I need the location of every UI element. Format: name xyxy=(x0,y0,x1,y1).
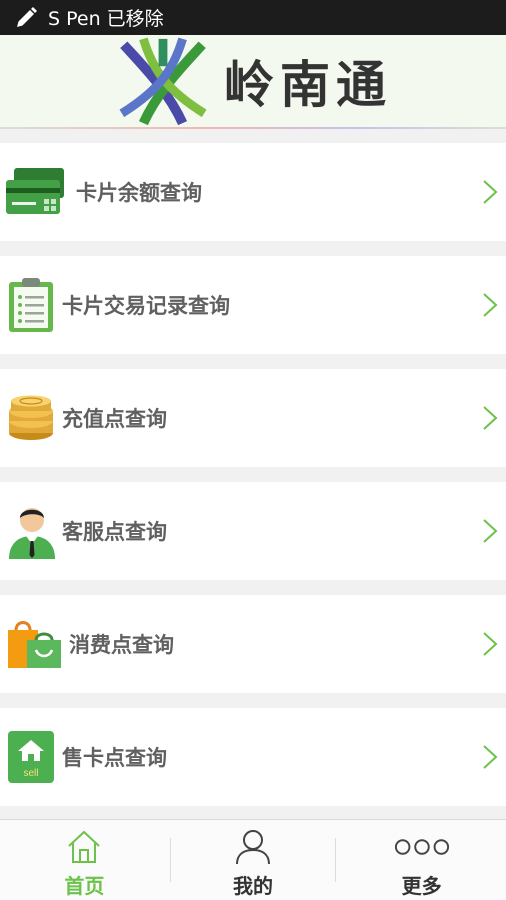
bank-card-icon xyxy=(6,168,64,214)
menu-item-label: 充值点查询 xyxy=(62,407,167,431)
status-notification: S Pen 已移除 xyxy=(48,8,164,30)
menu-item-balance-query[interactable]: 卡片余额查询 xyxy=(0,143,506,241)
chevron-right-icon xyxy=(483,406,498,430)
tab-divider xyxy=(335,838,336,882)
app-title: 岭南通 xyxy=(224,56,392,114)
tab-label: 首页 xyxy=(64,874,105,898)
chevron-right-icon xyxy=(483,519,498,543)
app-header: 岭南通 xyxy=(0,35,506,129)
menu-item-label: 卡片交易记录查询 xyxy=(62,294,230,318)
sell-house-icon: sell xyxy=(8,731,54,783)
chevron-right-icon xyxy=(483,180,498,204)
chevron-right-icon xyxy=(483,745,498,769)
tab-more[interactable]: 更多 xyxy=(337,820,506,900)
tab-label: 我的 xyxy=(233,874,273,898)
menu-item-consumption-point-query[interactable]: 消费点查询 xyxy=(0,595,506,693)
tab-label: 更多 xyxy=(401,874,442,898)
bottom-tab-bar: 首页 我的 更多 xyxy=(0,819,506,900)
menu-item-label: 消费点查询 xyxy=(69,633,174,657)
menu-item-label: 卡片余额查询 xyxy=(76,181,202,205)
home-icon xyxy=(68,830,101,863)
lingnantong-logo xyxy=(119,37,207,126)
menu-item-recharge-point-query[interactable]: 充值点查询 xyxy=(0,369,506,467)
tab-mine[interactable]: 我的 xyxy=(169,820,338,900)
menu-item-card-sale-point-query[interactable]: sell 售卡点查询 xyxy=(0,708,506,806)
pen-icon xyxy=(17,6,37,27)
menu-item-service-point-query[interactable]: 客服点查询 xyxy=(0,482,506,580)
svg-text:sell: sell xyxy=(23,768,38,779)
more-dots-icon xyxy=(394,839,449,855)
chevron-right-icon xyxy=(483,293,498,317)
coins-icon xyxy=(9,395,53,440)
tab-home[interactable]: 首页 xyxy=(0,820,169,900)
status-bar: S Pen 已移除 xyxy=(0,0,506,35)
menu-item-label: 客服点查询 xyxy=(62,520,167,544)
menu-item-transaction-query[interactable]: 卡片交易记录查询 xyxy=(0,256,506,354)
shopping-bag-icon xyxy=(8,621,61,668)
clipboard-list-icon xyxy=(9,278,53,332)
agent-person-icon xyxy=(9,508,55,559)
menu-item-label: 售卡点查询 xyxy=(62,746,167,770)
chevron-right-icon xyxy=(483,632,498,656)
user-icon xyxy=(236,830,270,865)
header-divider xyxy=(0,127,506,129)
